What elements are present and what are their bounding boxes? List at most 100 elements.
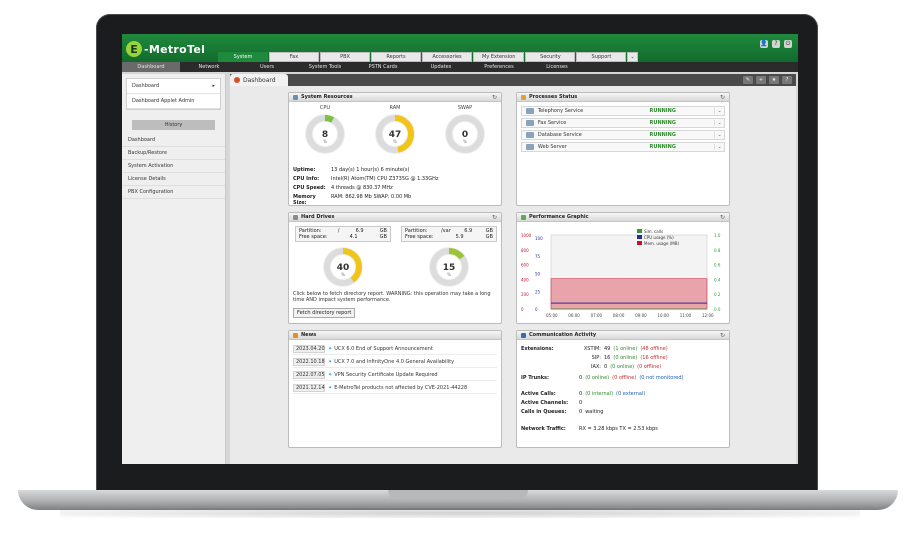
x-tick: 11:00 — [680, 313, 692, 318]
gauge-percent-sign: % — [341, 272, 345, 277]
subnav-licenses[interactable]: Licenses — [528, 62, 586, 72]
info-value: Intel(R) Atom(TM) CPU Z3735G @ 1.33GHz — [331, 176, 439, 182]
history-link[interactable]: Backup/Restore — [122, 147, 225, 160]
sidebar-item[interactable]: Dashboard ▸ — [127, 79, 220, 94]
gauge-swap: 0% — [443, 112, 487, 156]
user-icon[interactable]: 👤 — [760, 40, 768, 48]
x-tick: 08:00 — [613, 313, 625, 318]
process-row[interactable]: Database Service RUNNING ⌄ — [521, 130, 725, 140]
subnav-system-tools[interactable]: System Tools — [296, 62, 354, 72]
y-tick-left: 200 — [521, 292, 529, 297]
gauge-percent-sign: % — [323, 139, 327, 144]
history-link[interactable]: System Activation — [122, 160, 225, 173]
refresh-icon[interactable]: ↻ — [720, 332, 725, 339]
y-tick-mid: 75 — [535, 254, 541, 259]
logout-icon[interactable]: ⏻ — [784, 40, 792, 48]
tab-my-extension[interactable]: My Extension — [473, 52, 525, 62]
history-link[interactable]: PBX Configuration — [122, 186, 225, 199]
history-link[interactable]: Dashboard — [122, 134, 225, 147]
ext-offline: (0 offline) — [637, 364, 662, 370]
traffic-value: RX = 3.28 kbps TX = 2.53 kbps — [579, 426, 658, 432]
fetch-warning: Click below to fetch directory report. W… — [293, 291, 491, 303]
sidebar-item[interactable]: Dashboard Applet Admin — [127, 94, 220, 109]
star-icon[interactable]: ★ — [769, 76, 779, 84]
refresh-icon[interactable]: ↻ — [720, 94, 725, 101]
subnav-users[interactable]: Users — [238, 62, 296, 72]
tab-support[interactable]: Support — [576, 52, 627, 62]
twitter-icon: ✦ — [328, 385, 333, 391]
comm-row: Network Traffic: RX = 3.28 kbps TX = 2.53… — [521, 426, 661, 432]
subnav-network[interactable]: Network — [180, 62, 238, 72]
chevron-down-icon[interactable]: ⌄ — [714, 144, 724, 150]
news-item[interactable]: 2021.12.14 ✦ E-MetroTel products not affec… — [293, 383, 497, 394]
process-status: RUNNING — [649, 120, 676, 126]
comm-label — [521, 364, 579, 370]
refresh-icon[interactable]: ↻ — [720, 214, 725, 221]
tab-fax[interactable]: Fax — [269, 52, 319, 62]
news-date: 2021.12.14 — [293, 384, 325, 392]
logo-mark: E — [126, 41, 142, 57]
ext-count: 49 — [604, 346, 611, 352]
tabs-overflow-chevron-icon[interactable]: ⌄ — [627, 52, 638, 62]
protocol: XSTIM: — [583, 346, 601, 352]
comm-row: SIP: 16 (0 online) (16 offline) — [521, 355, 671, 361]
panel-communication-activity: Communication Activity ↻ Extensions: XSTI… — [516, 330, 730, 448]
sub-navigation: Dashboard Network Users System Tools PSTN Ca… — [122, 62, 798, 72]
subnav-pstn-cards[interactable]: PSTN Cards — [354, 62, 412, 72]
news-item[interactable]: 2022.07.05 ✦ VPN Security Certificate Upda… — [293, 370, 497, 381]
panel-title: System Resources — [301, 94, 353, 100]
process-row[interactable]: Fax Service RUNNING ⌄ — [521, 118, 725, 128]
info-key: Memory Size: — [293, 194, 316, 206]
news-text: E-MetroTel products not affected by CVE-… — [334, 385, 468, 391]
refresh-icon[interactable]: ↻ — [492, 94, 497, 101]
help-icon[interactable]: ? — [782, 76, 792, 84]
subnav-preferences[interactable]: Preferences — [470, 62, 528, 72]
chevron-down-icon[interactable]: ⌄ — [714, 108, 724, 114]
y-tick-right: 0.6 — [714, 263, 721, 268]
x-tick: 06:00 — [568, 313, 580, 318]
comm-row: Extensions: XSTIM: 49 (1 online) (48 offline… — [521, 346, 671, 352]
subnav-updates[interactable]: Updates — [412, 62, 470, 72]
help-icon[interactable]: ? — [772, 40, 780, 48]
panel-title: Communication Activity — [529, 332, 597, 338]
edit-icon[interactable]: ✎ — [743, 76, 753, 84]
refresh-icon[interactable]: ↻ — [492, 214, 497, 221]
header-icons: 👤 ? ⏻ — [760, 40, 792, 48]
logo[interactable]: E -MetroTel — [126, 40, 205, 58]
legend-label: Sim. calls — [644, 229, 663, 234]
news-item[interactable]: 2022.10.18 ✦ UCX 7.0 and InfinityOne 4.0 G… — [293, 357, 497, 368]
screen: E -MetroTel System Fax PBX Reports Accessori… — [122, 34, 798, 464]
gauge-ram: 47% — [373, 112, 417, 156]
legend-label: CPU usage (%) — [644, 235, 674, 240]
free-label: Free space: — [299, 234, 328, 240]
panel-title: News — [301, 332, 317, 338]
news-item[interactable]: 2023.04.20 ✦ UCX 6.0 End of Support Announ… — [293, 344, 497, 355]
process-row[interactable]: Telephony Service RUNNING ⌄ — [521, 106, 725, 116]
tab-dashboard[interactable]: Dashboard — [230, 74, 288, 86]
partition-gauge: 40% — [321, 245, 365, 289]
history-link[interactable]: License Details — [122, 173, 225, 186]
ext-offline: (16 offline) — [640, 355, 668, 361]
process-row[interactable]: Web Server RUNNING ⌄ — [521, 142, 725, 152]
history-list: Dashboard Backup/Restore System Activation… — [122, 134, 225, 199]
panel-header: News — [289, 331, 501, 340]
ext-offline: (48 offline) — [640, 346, 668, 352]
chevron-down-icon[interactable]: ⌄ — [714, 120, 724, 126]
comm-label: Calls in Queues: — [521, 409, 567, 415]
tab-pbx[interactable]: PBX — [320, 52, 370, 62]
tab-reports[interactable]: Reports — [371, 52, 421, 62]
panel-performance-graphic: Performance Graphic ↻ 1000 800 600 400 200 0 1… — [516, 212, 730, 324]
calls-internal: (0 internal) — [585, 391, 614, 397]
subnav-dashboard[interactable]: Dashboard — [122, 62, 180, 72]
tab-accessories[interactable]: Accessories — [422, 52, 472, 62]
add-icon[interactable]: + — [756, 76, 766, 84]
chevron-down-icon[interactable]: ⌄ — [714, 132, 724, 138]
y-tick-left: 400 — [521, 277, 529, 282]
tab-security[interactable]: Security — [525, 52, 576, 62]
calls-external: (0 external) — [616, 391, 646, 397]
tab-system[interactable]: System — [218, 52, 268, 62]
comm-row: Active Channels: 0 — [521, 400, 585, 406]
free-row: Free space: 4.1 GB — [299, 234, 387, 240]
queue-suffix: waiting — [585, 409, 604, 415]
fetch-directory-button[interactable]: Fetch directory report — [293, 308, 356, 318]
